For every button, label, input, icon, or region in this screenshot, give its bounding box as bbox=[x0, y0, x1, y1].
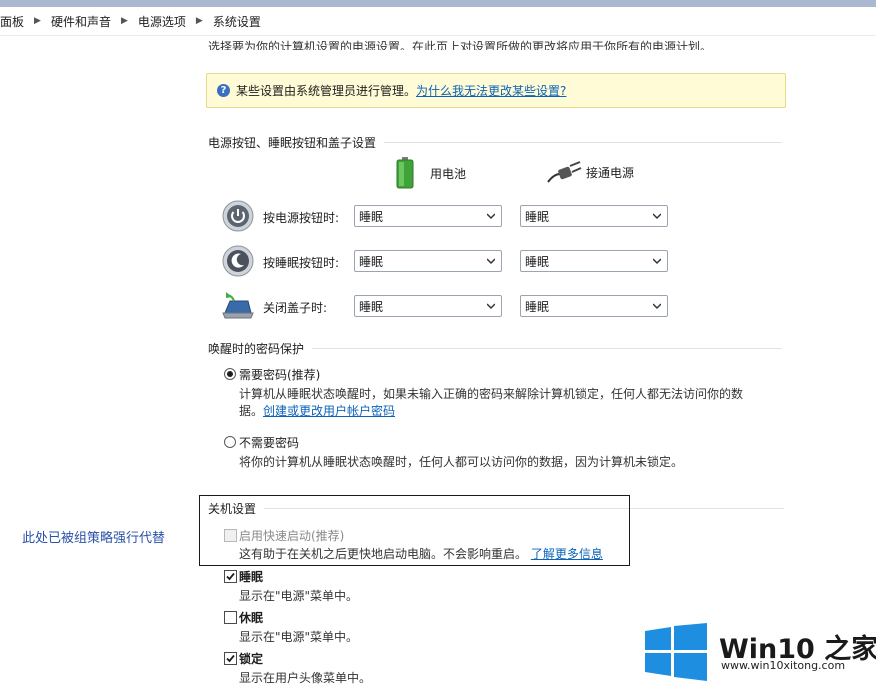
no-password-desc: 将你的计算机从睡眠状态唤醒时，任何人都可以访问你的数据，因为计算机未锁定。 bbox=[239, 455, 684, 469]
password-section-title: 唤醒时的密码保护 bbox=[208, 340, 783, 357]
battery-icon bbox=[396, 157, 414, 189]
sleep-desc: 显示在"电源"菜单中。 bbox=[239, 589, 359, 603]
require-password-desc-line1: 计算机从睡眠状态唤醒时，如果未输入正确的密码来解除计算机锁定，任何人都无法访问你… bbox=[239, 387, 744, 401]
breadcrumb-item-system-settings[interactable]: 系统设置 bbox=[213, 13, 261, 30]
power-section-title: 电源按钮、睡眠按钮和盖子设置 bbox=[208, 134, 783, 151]
power-button-battery-select[interactable]: 睡眠 bbox=[354, 205, 502, 227]
watermark-logo: Win10 之家 www.win10xitong.com bbox=[645, 623, 876, 683]
no-password-radio[interactable] bbox=[224, 436, 236, 448]
column-plugged: 接通电源 bbox=[546, 160, 634, 184]
lock-label[interactable]: 锁定 bbox=[239, 650, 263, 667]
require-password-label[interactable]: 需要密码(推荐) bbox=[239, 366, 320, 383]
power-button-icon bbox=[222, 200, 254, 232]
sleep-button-icon bbox=[222, 245, 254, 277]
windows-logo-icon bbox=[645, 623, 707, 681]
select-value: 睡眠 bbox=[359, 209, 384, 224]
breadcrumb-separator-icon: ▶ bbox=[195, 16, 203, 26]
annotation-box bbox=[199, 495, 630, 566]
select-value: 睡眠 bbox=[525, 209, 550, 224]
breadcrumb-separator-icon: ▶ bbox=[120, 16, 128, 26]
power-button-plugged-select[interactable]: 睡眠 bbox=[520, 205, 668, 227]
lock-desc: 显示在用户头像菜单中。 bbox=[239, 671, 372, 685]
select-value: 睡眠 bbox=[525, 299, 550, 314]
section-divider bbox=[312, 348, 783, 349]
create-password-link[interactable]: 创建或更改用户帐户密码 bbox=[263, 404, 395, 418]
breadcrumb-item-power-options[interactable]: 电源选项 bbox=[138, 13, 186, 30]
require-password-radio[interactable] bbox=[224, 368, 236, 380]
chevron-down-icon bbox=[653, 258, 661, 265]
close-lid-plugged-select[interactable]: 睡眠 bbox=[520, 295, 668, 317]
chevron-down-icon bbox=[653, 303, 661, 310]
password-section-title-text: 唤醒时的密码保护 bbox=[208, 342, 305, 356]
sleep-button-battery-select[interactable]: 睡眠 bbox=[354, 250, 502, 272]
checkmark-icon bbox=[226, 572, 235, 581]
select-value: 睡眠 bbox=[359, 299, 384, 314]
sleep-checkbox[interactable] bbox=[224, 570, 237, 583]
breadcrumb-item-control-panel[interactable]: 面板 bbox=[0, 13, 24, 30]
column-battery-label: 用电池 bbox=[430, 166, 467, 181]
select-value: 睡眠 bbox=[525, 254, 550, 269]
require-password-desc-line2: 据。创建或更改用户帐户密码 bbox=[239, 402, 395, 419]
laptop-lid-icon bbox=[222, 292, 254, 319]
section-divider bbox=[384, 142, 783, 143]
breadcrumb: 面板 ▶ 硬件和声音 ▶ 电源选项 ▶ 系统设置 bbox=[0, 7, 876, 36]
sleep-button-plugged-select[interactable]: 睡眠 bbox=[520, 250, 668, 272]
why-cannot-change-link[interactable]: 为什么我无法更改某些设置? bbox=[416, 82, 566, 99]
help-icon: ? bbox=[217, 84, 230, 97]
chevron-down-icon bbox=[653, 213, 661, 220]
power-button-label: 按电源按钮时: bbox=[263, 211, 340, 225]
close-lid-battery-select[interactable]: 睡眠 bbox=[354, 295, 502, 317]
admin-info-bar: ? 某些设置由系统管理员进行管理。 为什么我无法更改某些设置? bbox=[206, 73, 786, 108]
checkmark-icon bbox=[226, 654, 235, 663]
annotation-text: 此处已被组策略强行代替 bbox=[22, 531, 166, 546]
select-value: 睡眠 bbox=[359, 254, 384, 269]
info-bar-text: 某些设置由系统管理员进行管理。 bbox=[236, 84, 417, 98]
power-plug-icon bbox=[547, 161, 582, 183]
column-battery: 用电池 bbox=[396, 157, 466, 189]
watermark-url: www.win10xitong.com bbox=[721, 659, 846, 672]
close-lid-label: 关闭盖子时: bbox=[263, 301, 328, 315]
sleep-button-label: 按睡眠按钮时: bbox=[263, 256, 340, 270]
chevron-down-icon bbox=[487, 258, 495, 265]
intro-text: 选择要为你的计算机设置的电源设置。在此页上对设置所做的更改将应用于你所有的电源计… bbox=[208, 40, 713, 50]
chevron-down-icon bbox=[487, 213, 495, 220]
hibernate-checkbox[interactable] bbox=[224, 611, 237, 624]
hibernate-label[interactable]: 休眠 bbox=[239, 609, 263, 626]
hibernate-desc: 显示在"电源"菜单中。 bbox=[239, 630, 359, 644]
lock-checkbox[interactable] bbox=[224, 652, 237, 665]
chevron-down-icon bbox=[487, 303, 495, 310]
window-top-band bbox=[0, 0, 876, 7]
require-password-desc-prefix: 据。 bbox=[239, 404, 264, 418]
power-section-title-text: 电源按钮、睡眠按钮和盖子设置 bbox=[208, 136, 377, 150]
breadcrumb-item-hardware-sound[interactable]: 硬件和声音 bbox=[51, 13, 111, 30]
sleep-label[interactable]: 睡眠 bbox=[239, 568, 263, 585]
breadcrumb-separator-icon: ▶ bbox=[34, 16, 41, 26]
no-password-label[interactable]: 不需要密码 bbox=[239, 434, 299, 451]
column-plugged-label: 接通电源 bbox=[586, 165, 635, 180]
